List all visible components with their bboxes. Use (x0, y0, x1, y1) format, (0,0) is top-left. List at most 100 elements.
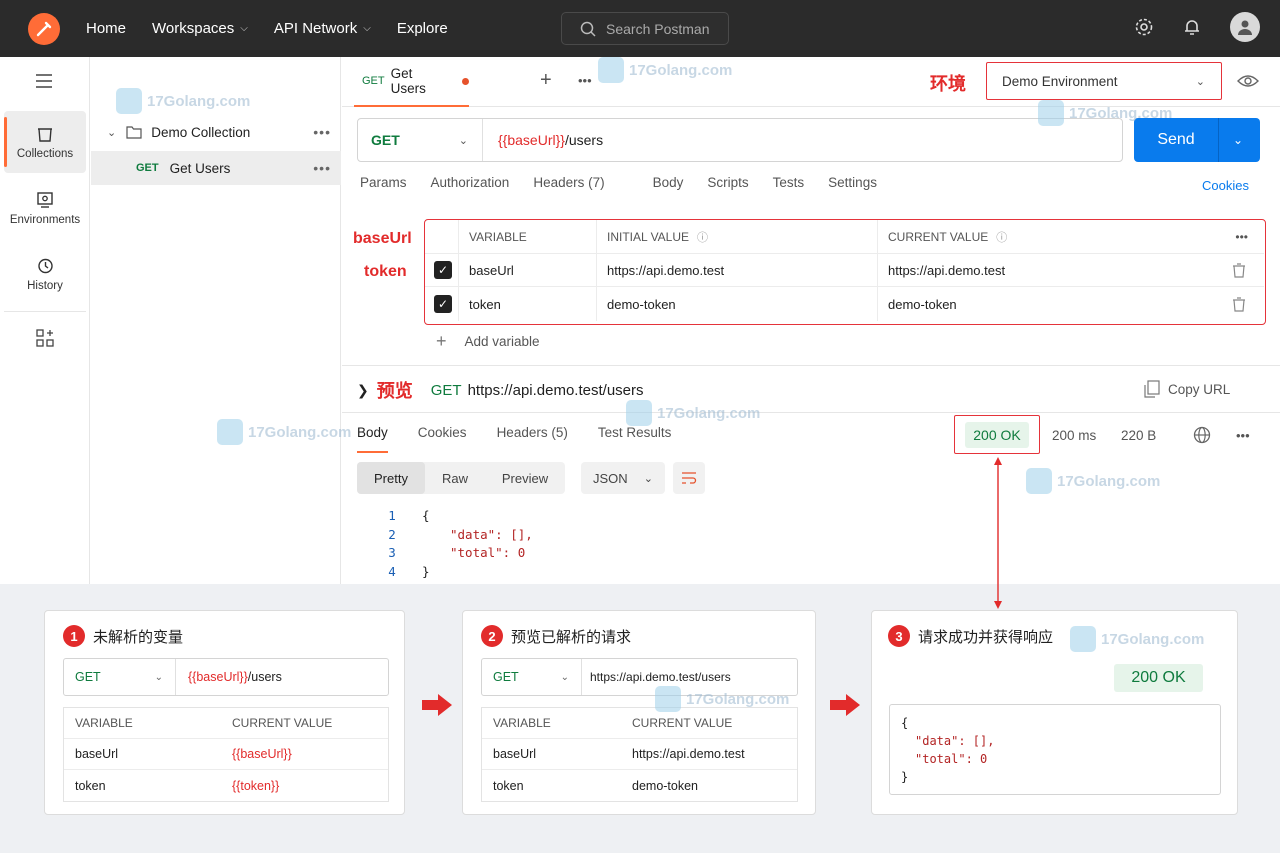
nav-home[interactable]: Home (86, 20, 126, 37)
history-icon (38, 258, 53, 273)
status-highlight: 200 OK (954, 415, 1040, 454)
tab-settings[interactable]: Settings (828, 175, 877, 190)
chevron-down-icon: ⌵ (240, 23, 248, 34)
view-mode-group: Pretty Raw Preview (357, 462, 565, 494)
left-rail: Collections Environments History (0, 57, 90, 584)
nav-api-network[interactable]: API Network ⌵ (274, 20, 371, 37)
copy-url-button[interactable]: Copy URL (1144, 380, 1230, 398)
more-options-icon[interactable]: ••• (1236, 428, 1250, 443)
search-icon (580, 21, 596, 37)
collections-sidebar: ⌄ Demo Collection ••• GET Get Users ••• (91, 57, 341, 584)
table-row: ✓ token demo-token demo-token (425, 287, 1264, 321)
chevron-down-icon: ⌄ (1195, 75, 1205, 88)
nav-workspaces[interactable]: Workspaces ⌵ (152, 20, 248, 37)
unsaved-dot (462, 77, 469, 85)
checkbox[interactable]: ✓ (434, 295, 452, 313)
environment-icon (37, 191, 53, 208)
request-row[interactable]: GET Get Users ••• (91, 151, 341, 185)
cookies-link[interactable]: Cookies (1202, 178, 1249, 193)
eye-icon[interactable] (1237, 72, 1259, 90)
chevron-right-icon[interactable]: ❯ (357, 382, 369, 399)
copy-icon (1144, 380, 1160, 398)
tab-authorization[interactable]: Authorization (431, 175, 510, 190)
response-size: 220 B (1121, 428, 1157, 443)
chevron-down-icon: ⌵ (363, 23, 371, 34)
checkbox[interactable]: ✓ (434, 261, 452, 279)
rail-history[interactable]: History (4, 243, 86, 305)
tab-params[interactable]: Params (360, 175, 407, 190)
tab-response-cookies[interactable]: Cookies (418, 425, 467, 453)
menu-icon[interactable] (35, 74, 53, 91)
tab-response-body[interactable]: Body (357, 425, 388, 453)
tab-more-icon[interactable]: ••• (578, 73, 592, 88)
chevron-down-icon: ⌄ (643, 472, 653, 485)
watermark: 17Golang.com (1070, 626, 1204, 652)
trash-icon[interactable] (1232, 262, 1246, 278)
wrap-icon (682, 472, 697, 484)
gear-icon[interactable] (1134, 17, 1154, 37)
preview-button[interactable]: Preview (485, 471, 565, 486)
format-select[interactable]: JSON ⌄ (581, 462, 665, 494)
more-options-icon[interactable]: ••• (313, 124, 331, 140)
watermark: 17Golang.com (1038, 100, 1172, 126)
tab-body[interactable]: Body (653, 175, 684, 190)
globe-icon[interactable] (1193, 426, 1211, 444)
info-icon[interactable]: ⓘ (697, 229, 708, 245)
app-window: Collections Environments History ⌄ Demo … (0, 57, 1280, 584)
rail-collections[interactable]: Collections (4, 111, 86, 173)
new-tab-plus-icon[interactable]: + (540, 69, 552, 92)
top-bar: Home Workspaces ⌵ API Network ⌵ Explore Se… (0, 0, 1280, 57)
chevron-down-icon[interactable]: ⌄ (107, 126, 116, 139)
tab-get-users[interactable]: GET Get Users (354, 57, 469, 107)
chevron-down-icon: ⌄ (154, 671, 163, 683)
step-1-table: VARIABLE CURRENT VALUE baseUrl {{baseUrl}}… (63, 707, 389, 802)
trash-icon[interactable] (1232, 296, 1246, 312)
raw-button[interactable]: Raw (425, 471, 485, 486)
watermark: 17Golang.com (626, 400, 760, 426)
status-badge: 200 OK (1114, 664, 1203, 692)
preview-annotation: 预览 (376, 381, 413, 401)
tab-headers[interactable]: Headers (7) (533, 175, 628, 190)
tab-response-headers[interactable]: Headers (5) (497, 425, 568, 453)
add-workbench-icon[interactable] (36, 329, 54, 350)
arrow-right-icon (830, 694, 860, 716)
arrow-right-icon (422, 694, 452, 716)
step-2-panel: 2 预览已解析的请求 GET ⌄ https://api.demo.test/u… (462, 610, 816, 815)
search-input[interactable]: Search Postman (561, 12, 729, 45)
tab-tests[interactable]: Tests (773, 175, 805, 190)
postman-logo[interactable] (28, 12, 60, 45)
main-workspace: GET Get Users + ••• 环境 Demo Environment … (342, 57, 1280, 584)
baseurl-annotation: baseUrl (353, 230, 412, 247)
trash-can-collections-icon (38, 127, 52, 142)
watermark: 17Golang.com (655, 686, 789, 712)
response-code: 1{ 2 "data": [], 3 "total": 0 4} (388, 508, 533, 579)
info-icon[interactable]: ⓘ (996, 229, 1007, 245)
pretty-button[interactable]: Pretty (357, 462, 425, 494)
url-preview-row: ❯ 预览 GET https://api.demo.test/users (357, 377, 644, 403)
nav-explore[interactable]: Explore (397, 20, 448, 37)
wrap-lines-button[interactable] (673, 462, 705, 494)
variables-table: VARIABLE INITIAL VALUE ⓘ CURRENT VALUE ⓘ •… (424, 219, 1266, 325)
watermark: 17Golang.com (116, 88, 250, 114)
rail-environments[interactable]: Environments (4, 177, 86, 239)
url-input[interactable]: {{baseUrl}}/users (483, 132, 603, 148)
more-options-icon[interactable]: ••• (1235, 230, 1248, 244)
step-1-panel: 1 未解析的变量 GET ⌄ {{baseUrl}}/users VARIABL… (44, 610, 405, 815)
bell-icon[interactable] (1182, 17, 1202, 37)
add-variable-button[interactable]: + Add variable (436, 331, 540, 352)
collection-row[interactable]: ⌄ Demo Collection ••• (91, 115, 341, 149)
url-bar: GET ⌄ {{baseUrl}}/users (357, 118, 1123, 162)
response-time: 200 ms (1052, 428, 1097, 443)
environment-select[interactable]: Demo Environment ⌄ (986, 62, 1222, 100)
plus-icon: + (436, 331, 447, 351)
avatar[interactable] (1230, 12, 1260, 42)
watermark: 17Golang.com (598, 57, 732, 83)
more-options-icon[interactable]: ••• (313, 160, 331, 176)
tab-test-results[interactable]: Test Results (598, 425, 672, 453)
step-1-url: GET ⌄ {{baseUrl}}/users (63, 658, 389, 696)
chevron-down-icon[interactable]: ⌄ (1233, 133, 1243, 147)
method-select[interactable]: GET ⌄ (358, 119, 483, 161)
tab-scripts[interactable]: Scripts (707, 175, 748, 190)
chevron-down-icon: ⌄ (560, 671, 569, 683)
request-tabs: Params Authorization Headers (7) Body Sc… (360, 175, 901, 190)
